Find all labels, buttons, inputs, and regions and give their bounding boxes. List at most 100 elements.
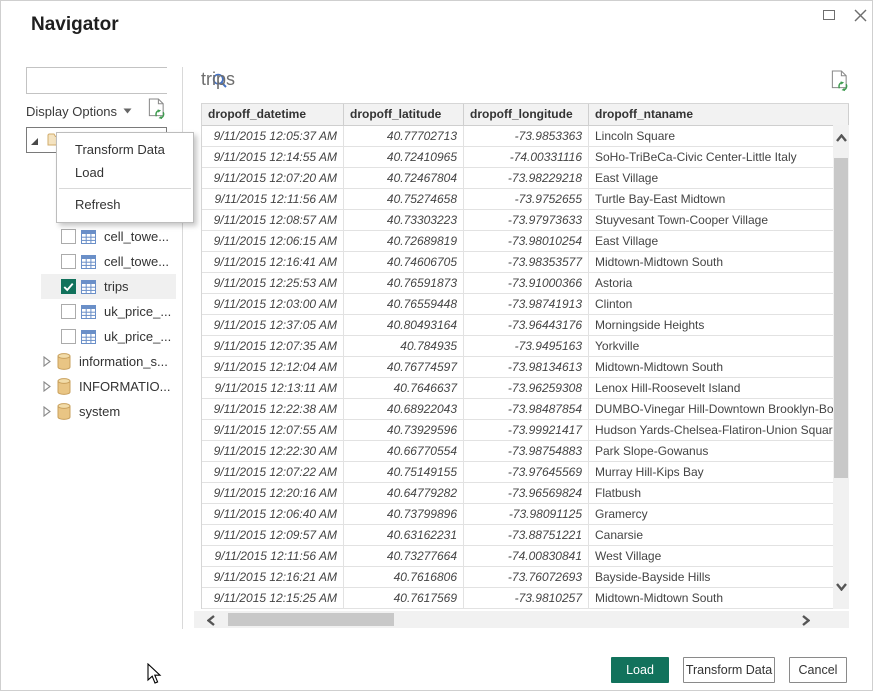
preview-table: dropoff_datetimedropoff_latitudedropoff_… — [201, 103, 849, 609]
table-row: 9/11/2015 12:06:40 AM40.73799896-73.9809… — [202, 504, 834, 525]
table-cell: -73.96569824 — [464, 483, 589, 504]
table-row: 9/11/2015 12:11:56 AM40.73277664-74.0083… — [202, 546, 834, 567]
table-cell: Murray Hill-Kips Bay — [589, 462, 834, 483]
menu-item-transform-data[interactable]: Transform Data — [57, 138, 193, 161]
column-header-dropoff_ntaname: dropoff_ntaname — [589, 104, 849, 126]
database-icon — [57, 403, 71, 420]
table-cell: 9/11/2015 12:14:55 AM — [202, 147, 344, 168]
refresh-list-button[interactable] — [147, 97, 166, 126]
table-row: 9/11/2015 12:13:11 AM40.7646637-73.96259… — [202, 378, 834, 399]
table-cell: East Village — [589, 231, 834, 252]
table-cell: 9/11/2015 12:11:56 AM — [202, 546, 344, 567]
maximize-button[interactable] — [818, 5, 840, 25]
table-row: 9/11/2015 12:07:55 AM40.73929596-73.9992… — [202, 420, 834, 441]
table-cell: 40.64779282 — [344, 483, 464, 504]
table-cell: 40.68922043 — [344, 399, 464, 420]
horizontal-scrollbar[interactable] — [194, 611, 849, 628]
table-cell: -73.9752655 — [464, 189, 589, 210]
table-cell: 9/11/2015 12:07:22 AM — [202, 462, 344, 483]
table-cell: -73.98741913 — [464, 294, 589, 315]
vertical-scroll-thumb[interactable] — [834, 158, 848, 478]
table-cell: 40.72689819 — [344, 231, 464, 252]
table-cell: 9/11/2015 12:06:40 AM — [202, 504, 344, 525]
table-cell: Morningside Heights — [589, 315, 834, 336]
menu-item-load[interactable]: Load — [57, 161, 193, 184]
dialog-title: Navigator — [31, 14, 119, 36]
table-icon — [81, 230, 96, 244]
table-row: 9/11/2015 12:09:57 AM40.63162231-73.8875… — [202, 525, 834, 546]
table-cell: 9/11/2015 12:06:15 AM — [202, 231, 344, 252]
checkbox[interactable] — [61, 329, 76, 344]
table-cell: Bayside-Bayside Hills — [589, 567, 834, 588]
table-cell: DUMBO-Vinegar Hill-Downtown Brooklyn-Boe… — [589, 399, 834, 420]
vertical-scrollbar[interactable] — [833, 125, 849, 609]
tree-item-label: cell_towe... — [104, 254, 169, 269]
table-cell: 40.76591873 — [344, 273, 464, 294]
table-cell: 40.73929596 — [344, 420, 464, 441]
close-button[interactable] — [849, 5, 871, 25]
table-cell: -73.9853363 — [464, 126, 589, 147]
table-cell: 9/11/2015 12:13:11 AM — [202, 378, 344, 399]
search-input[interactable] — [27, 68, 211, 93]
table-row: 9/11/2015 12:25:53 AM40.76591873-73.9100… — [202, 273, 834, 294]
checkbox[interactable] — [61, 254, 76, 269]
table-cell: -73.98134613 — [464, 357, 589, 378]
table-cell: Hudson Yards-Chelsea-Flatiron-Union Squa… — [589, 420, 834, 441]
scroll-down-icon[interactable] — [836, 583, 847, 591]
table-icon — [81, 330, 96, 344]
tree-item-uk-price[interactable]: uk_price_... — [26, 324, 176, 349]
context-menu: Transform DataLoad Refresh — [56, 132, 194, 223]
navigation-tree: cell_towe...cell_towe...cell_towe...trip… — [26, 199, 176, 424]
tree-item-label: system — [79, 404, 120, 419]
table-cell: 9/11/2015 12:22:38 AM — [202, 399, 344, 420]
tree-item-label: uk_price_... — [104, 329, 171, 344]
refresh-preview-button[interactable] — [830, 69, 849, 98]
table-cell: Stuyvesant Town-Cooper Village — [589, 210, 834, 231]
checkbox[interactable] — [61, 229, 76, 244]
tree-item-cell-towe[interactable]: cell_towe... — [26, 224, 176, 249]
tree-item-trips[interactable]: trips — [41, 274, 176, 299]
table-cell: East Village — [589, 168, 834, 189]
table-row: 9/11/2015 12:37:05 AM40.80493164-73.9644… — [202, 315, 834, 336]
table-cell: Lenox Hill-Roosevelt Island — [589, 378, 834, 399]
tree-item-cell-towe[interactable]: cell_towe... — [26, 249, 176, 274]
horizontal-scroll-thumb[interactable] — [228, 613, 394, 626]
load-button[interactable]: Load — [611, 657, 669, 683]
table-cell: Yorkville — [589, 336, 834, 357]
table-cell: 9/11/2015 12:16:41 AM — [202, 252, 344, 273]
tree-item-label: cell_towe... — [104, 229, 169, 244]
collapse-arrow-icon[interactable] — [43, 406, 51, 417]
cancel-button[interactable]: Cancel — [789, 657, 847, 683]
table-cell: Midtown-Midtown South — [589, 252, 834, 273]
collapse-arrow-icon[interactable] — [43, 356, 51, 367]
scroll-up-icon[interactable] — [836, 134, 847, 142]
scroll-left-icon[interactable] — [207, 615, 215, 626]
tree-item-informatio[interactable]: INFORMATIO... — [26, 374, 176, 399]
table-cell: West Village — [589, 546, 834, 567]
maximize-icon — [823, 10, 835, 20]
tree-item-information-s[interactable]: information_s... — [26, 349, 176, 374]
table-row: 9/11/2015 12:03:00 AM40.76559448-73.9874… — [202, 294, 834, 315]
collapse-arrow-icon[interactable] — [43, 381, 51, 392]
menu-separator — [59, 188, 191, 189]
transform-data-button[interactable]: Transform Data — [683, 657, 775, 683]
tree-item-uk-price[interactable]: uk_price_... — [26, 299, 176, 324]
table-cell: 40.63162231 — [344, 525, 464, 546]
table-cell: -73.98091125 — [464, 504, 589, 525]
tree-item-system[interactable]: system — [26, 399, 176, 424]
table-cell: 9/11/2015 12:22:30 AM — [202, 441, 344, 462]
table-cell: Turtle Bay-East Midtown — [589, 189, 834, 210]
table-row: 9/11/2015 12:08:57 AM40.73303223-73.9797… — [202, 210, 834, 231]
search-box[interactable] — [26, 67, 167, 94]
table-cell: 40.73277664 — [344, 546, 464, 567]
table-cell: 9/11/2015 12:07:35 AM — [202, 336, 344, 357]
table-cell: 9/11/2015 12:20:16 AM — [202, 483, 344, 504]
display-options-dropdown[interactable]: Display Options — [26, 104, 117, 119]
table-cell: 40.72410965 — [344, 147, 464, 168]
refresh-page-icon — [147, 97, 166, 121]
menu-item-refresh[interactable]: Refresh — [57, 193, 193, 216]
checkbox[interactable] — [61, 304, 76, 319]
checkbox[interactable] — [61, 279, 76, 294]
navigator-dialog: Navigator Display Options — [0, 0, 873, 691]
scroll-right-icon[interactable] — [802, 615, 810, 626]
